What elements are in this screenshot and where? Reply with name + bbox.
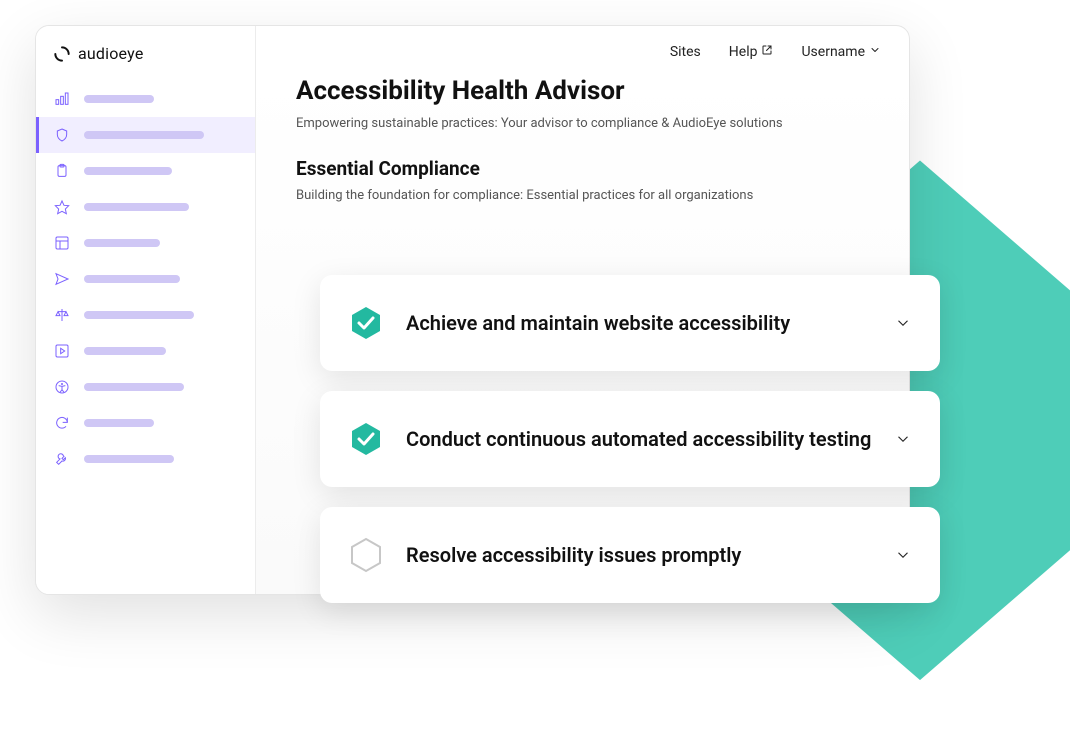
sidebar-item-placeholder	[84, 239, 160, 247]
brand-name: audioeye	[78, 44, 144, 63]
section-title: Essential Compliance	[296, 157, 869, 180]
layout-icon	[54, 235, 70, 251]
sidebar: audioeye	[36, 26, 256, 594]
compliance-card[interactable]: Achieve and maintain website accessibili…	[320, 275, 940, 371]
sidebar-item-placeholder	[84, 347, 166, 355]
sidebar-item[interactable]	[36, 369, 255, 405]
clipboard-icon	[54, 163, 70, 179]
sidebar-item[interactable]	[36, 297, 255, 333]
shield-icon	[54, 127, 70, 143]
sidebar-item[interactable]	[36, 333, 255, 369]
topbar-username-label: Username	[801, 44, 865, 60]
card-title: Conduct continuous automated accessibili…	[406, 426, 872, 453]
sidebar-item-placeholder	[84, 383, 184, 391]
topbar-link-help[interactable]: Help	[729, 44, 774, 60]
sidebar-item-placeholder	[84, 167, 172, 175]
sidebar-item[interactable]	[36, 81, 255, 117]
page-title: Accessibility Health Advisor	[296, 76, 869, 106]
brand-logo-icon	[54, 46, 70, 62]
universal-access-icon	[54, 379, 70, 395]
sidebar-item[interactable]	[36, 225, 255, 261]
refresh-icon	[54, 415, 70, 431]
sidebar-item[interactable]	[36, 441, 255, 477]
chevron-down-icon	[894, 314, 912, 332]
chevron-down-icon	[894, 430, 912, 448]
chevron-down-icon	[894, 546, 912, 564]
sidebar-nav	[36, 81, 255, 477]
sidebar-item-placeholder	[84, 275, 180, 283]
external-link-icon	[761, 44, 773, 60]
topbar-user-menu[interactable]: Username	[801, 44, 881, 60]
topbar-link-help-label: Help	[729, 44, 758, 60]
card-title: Achieve and maintain website accessibili…	[406, 310, 872, 337]
compliance-cards: Achieve and maintain website accessibili…	[320, 275, 940, 603]
sidebar-item-placeholder	[84, 311, 194, 319]
status-badge-icon	[348, 421, 384, 457]
sidebar-item-placeholder	[84, 455, 174, 463]
sidebar-item-placeholder	[84, 131, 204, 139]
sidebar-item[interactable]	[36, 117, 255, 153]
sidebar-item[interactable]	[36, 405, 255, 441]
card-title: Resolve accessibility issues promptly	[406, 542, 872, 569]
topbar-link-sites-label: Sites	[670, 44, 701, 60]
topbar-link-sites[interactable]: Sites	[670, 44, 701, 60]
sidebar-item-placeholder	[84, 95, 154, 103]
compliance-card[interactable]: Conduct continuous automated accessibili…	[320, 391, 940, 487]
topbar: Sites Help Username	[256, 26, 909, 70]
send-icon	[54, 271, 70, 287]
chevron-down-icon	[869, 44, 881, 60]
scales-icon	[54, 307, 70, 323]
sidebar-item[interactable]	[36, 189, 255, 225]
star-icon	[54, 199, 70, 215]
wrench-icon	[54, 451, 70, 467]
brand: audioeye	[36, 40, 255, 81]
play-square-icon	[54, 343, 70, 359]
bar-chart-icon	[54, 91, 70, 107]
sidebar-item[interactable]	[36, 153, 255, 189]
compliance-card[interactable]: Resolve accessibility issues promptly	[320, 507, 940, 603]
sidebar-item-placeholder	[84, 203, 189, 211]
page-subtitle: Empowering sustainable practices: Your a…	[296, 116, 869, 131]
status-badge-icon	[348, 305, 384, 341]
section-subtitle: Building the foundation for compliance: …	[296, 188, 869, 203]
status-badge-icon	[348, 537, 384, 573]
sidebar-item[interactable]	[36, 261, 255, 297]
sidebar-item-placeholder	[84, 419, 154, 427]
